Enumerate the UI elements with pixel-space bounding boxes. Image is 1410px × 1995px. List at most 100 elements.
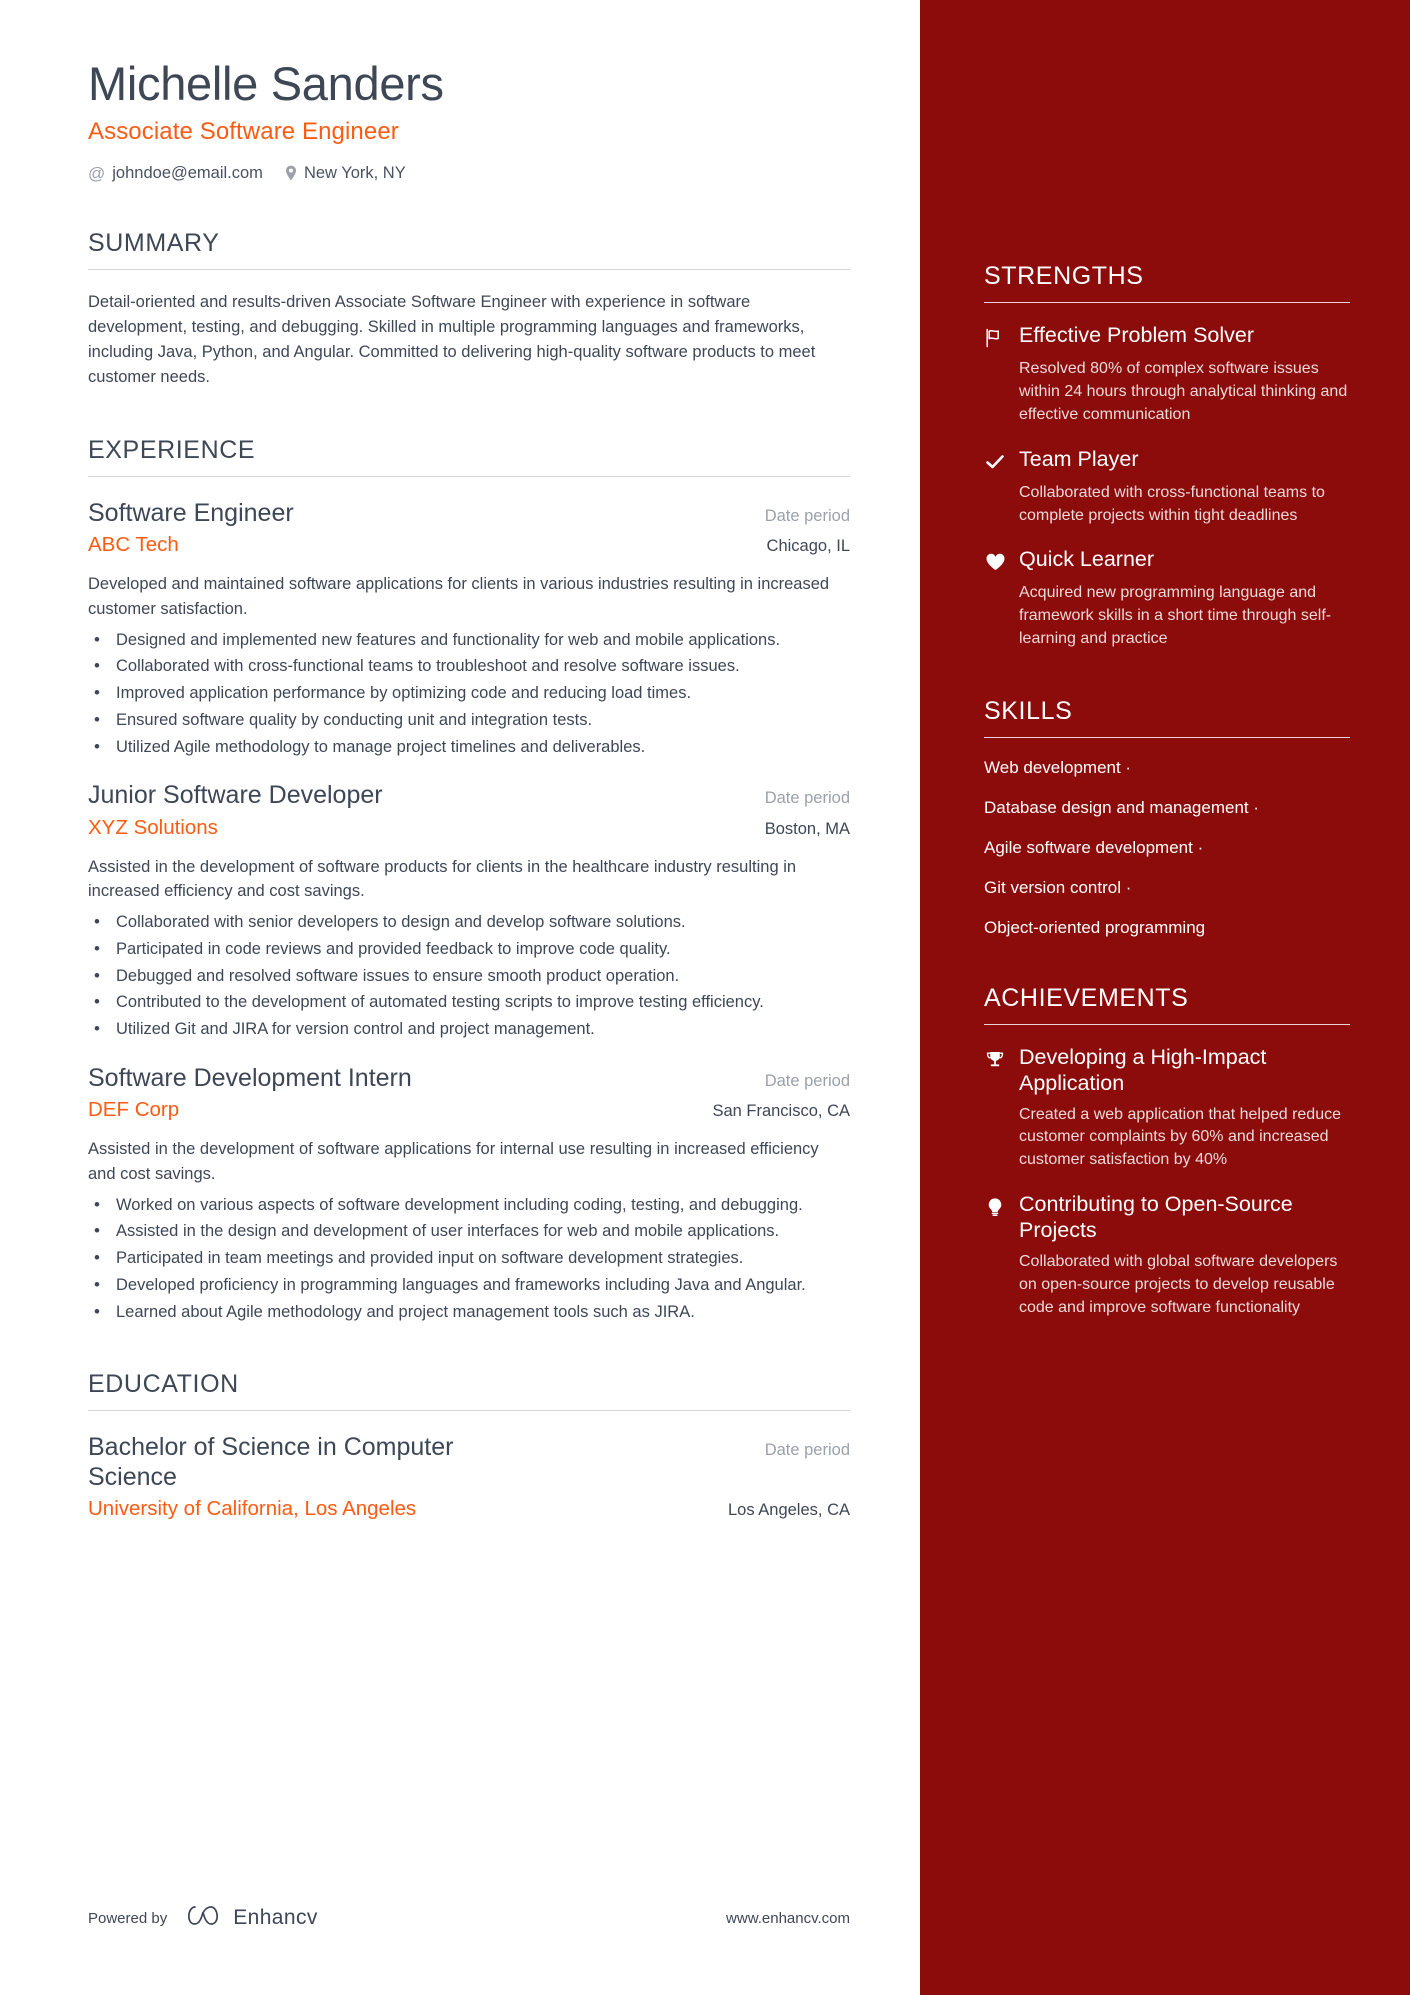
experience-entry: Junior Software Developer Date period XY… [88,781,850,1042]
skill-item: Agile software development · [984,838,1204,857]
experience-bullet: Designed and implemented new features an… [88,627,850,653]
contact-row: @ johndoe@email.com New York, NY [88,164,850,183]
experience-bullet: Participated in team meetings and provid… [88,1245,850,1271]
achievement-item: Contributing to Open-Source Projects Col… [984,1192,1350,1319]
strength-title: Team Player [1019,446,1139,471]
education-location: Los Angeles, CA [728,1500,850,1519]
trophy-icon [984,1047,1006,1073]
summary-text: Detail-oriented and results-driven Assoc… [88,292,816,386]
footer-website: www.enhancv.com [726,1909,850,1927]
experience-location: Chicago, IL [766,537,850,556]
skills-list: Web development · Database design and ma… [984,758,1350,938]
experience-organization: XYZ Solutions [88,815,218,839]
experience-divider [88,475,850,477]
strength-description: Resolved 80% of complex software issues … [1019,360,1348,423]
strength-description: Acquired new programming language and fr… [1019,584,1332,648]
strength-title: Effective Problem Solver [1019,323,1255,347]
achievement-item-head: Contributing to Open-Source Projects [984,1192,1350,1244]
experience-entry-head: Junior Software Developer Date period [88,781,850,810]
experience-entry: Software Engineer Date period ABC Tech C… [88,499,850,760]
powered-by-label: Powered by [88,1909,168,1927]
candidate-job-title: Associate Software Engineer [88,117,399,145]
experience-bullet: Ensured software quality by conducting u… [88,707,850,733]
experience-bullet: Contributed to the development of automa… [88,989,850,1015]
experience-entry-sub: ABC Tech Chicago, IL [88,533,850,557]
candidate-name: Michelle Sanders [88,57,444,110]
experience-entry-head: Software Engineer Date period [88,499,850,528]
summary-divider [88,268,850,270]
achievement-item: Developing a High-Impact Application Cre… [984,1045,1350,1172]
experience-bullet: Debugged and resolved software issues to… [88,963,850,989]
experience-bullet: Participated in code reviews and provide… [88,936,850,962]
experience-bullet: Assisted in the design and development o… [88,1218,850,1244]
education-entry: Bachelor of Science in Computer Science … [88,1433,850,1521]
experience-entry-head: Software Development Intern Date period [88,1064,850,1093]
experience-date: Date period [764,506,850,525]
experience-bullets: Collaborated with senior developers to d… [88,909,850,1042]
experience-role: Software Engineer [88,498,294,527]
experience-bullet: Learned about Agile methodology and proj… [88,1299,850,1325]
achievement-description: Created a web application that helped re… [1019,1105,1341,1169]
resume-page: Michelle Sanders Associate Software Engi… [0,0,1410,1995]
experience-description: Assisted in the development of software … [88,857,797,901]
education-section: EDUCATION Bachelor of Science in Compute… [88,1370,850,1521]
enhancv-brand-name: Enhancv [233,1906,318,1929]
strength-item: Team Player Collaborated with cross-func… [984,447,1350,528]
experience-role: Junior Software Developer [88,781,383,810]
experience-bullet: Developed proficiency in programming lan… [88,1272,850,1298]
experience-location: San Francisco, CA [712,1102,850,1121]
education-entry-head: Bachelor of Science in Computer Science … [88,1433,850,1492]
experience-location: Boston, MA [764,819,850,838]
achievements-divider [984,1024,1350,1025]
enhancv-logo-icon [183,1903,223,1933]
achievement-description: Collaborated with global software develo… [1019,1252,1338,1316]
skills-section: SKILLS Web development · Database design… [984,697,1350,938]
contact-location: New York, NY [285,164,406,183]
experience-organization: DEF Corp [88,1098,180,1122]
education-degree: Bachelor of Science in Computer Science [88,1433,454,1491]
experience-description: Developed and maintained software applic… [88,575,830,618]
experience-bullet: Collaborated with cross-functional teams… [88,653,850,679]
experience-bullet: Collaborated with senior developers to d… [88,909,850,935]
education-date: Date period [764,1441,850,1460]
skills-divider [984,737,1350,738]
experience-section: EXPERIENCE Software Engineer Date period… [88,436,850,1325]
summary-section: SUMMARY Detail-oriented and results-driv… [88,229,850,390]
experience-role: Software Development Intern [88,1063,412,1092]
experience-bullet: Improved application performance by opti… [88,680,850,706]
education-entry-sub: University of California, Los Angeles Lo… [88,1497,850,1521]
contact-location-text: New York, NY [303,163,406,182]
experience-organization: ABC Tech [88,533,179,557]
sidebar: STRENGTHS Effective Problem Solver Resol… [920,0,1410,1995]
skill-item: Git version control · [984,878,1132,897]
education-institution: University of California, Los Angeles [88,1496,417,1520]
experience-date: Date period [764,1071,850,1090]
heart-icon [984,549,1006,575]
skill-item: Web development · [984,758,1132,777]
education-section-title: EDUCATION [88,1370,239,1399]
resume-header: Michelle Sanders Associate Software Engi… [88,57,850,183]
strength-item-head: Team Player [984,447,1350,475]
education-divider [88,1410,850,1412]
summary-section-title: SUMMARY [88,228,220,257]
experience-date: Date period [764,789,850,808]
footer-branding: Powered by Enhancv [88,1903,318,1933]
achievement-title: Contributing to Open-Source Projects [1019,1192,1293,1243]
strength-item-head: Quick Learner [984,547,1350,575]
strength-description: Collaborated with cross-functional teams… [1019,483,1325,524]
skill-item: Database design and management · [984,798,1260,817]
strengths-section: STRENGTHS Effective Problem Solver Resol… [984,262,1350,651]
achievements-section: ACHIEVEMENTS Developing a High-Impact Ap… [984,984,1350,1319]
achievements-section-title: ACHIEVEMENTS [984,984,1189,1012]
achievement-title: Developing a High-Impact Application [1019,1045,1267,1095]
experience-entry-sub: DEF Corp San Francisco, CA [88,1098,850,1122]
achievement-item-head: Developing a High-Impact Application [984,1045,1350,1097]
skills-section-title: SKILLS [984,697,1073,725]
experience-bullets: Worked on various aspects of software de… [88,1192,850,1325]
strength-item-head: Effective Problem Solver [984,323,1350,351]
skill-item: Object-oriented programming [984,918,1206,937]
experience-description: Assisted in the development of software … [88,1140,819,1183]
main-column: Michelle Sanders Associate Software Engi… [0,0,920,1995]
experience-bullets: Designed and implemented new features an… [88,627,850,760]
strengths-divider [984,302,1350,303]
